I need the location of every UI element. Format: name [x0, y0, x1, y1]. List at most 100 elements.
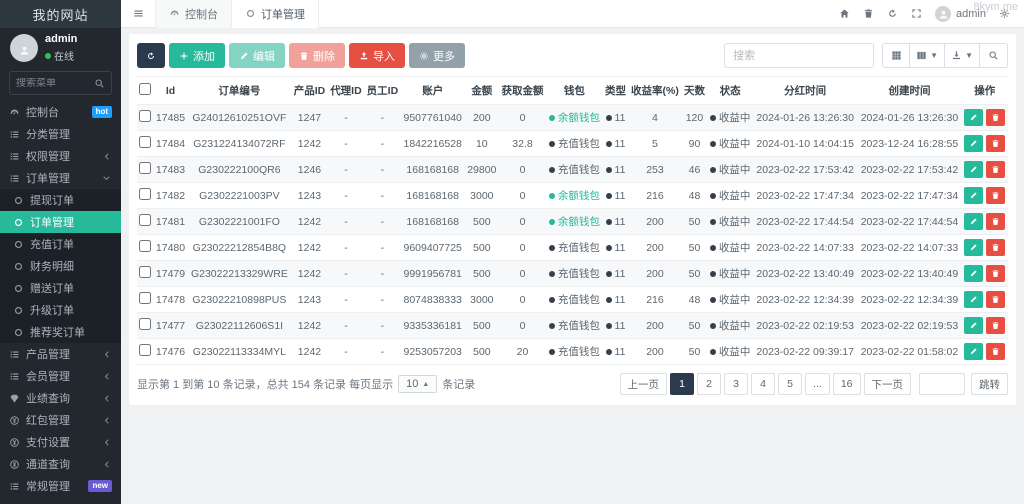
more-button[interactable]: 更多 [409, 43, 465, 68]
row-delete-button[interactable] [986, 135, 1005, 152]
row-edit-button[interactable] [964, 265, 983, 282]
refresh-icon[interactable] [887, 8, 898, 19]
row-delete-button[interactable] [986, 109, 1005, 126]
row-edit-button[interactable] [964, 317, 983, 334]
edit-button[interactable]: 编辑 [229, 43, 285, 68]
cell-created-time: 2023-02-22 17:47:34 [857, 183, 961, 209]
page-button-16[interactable]: 16 [833, 373, 861, 395]
sidebar-subitem-7[interactable]: 财务明细 [0, 255, 121, 277]
trash-icon[interactable] [863, 8, 874, 19]
orders-card: 添加 编辑 删除 导入 更多 ▼ ▼ [129, 34, 1016, 405]
column-header: 获取金额 [499, 77, 546, 105]
row-checkbox[interactable] [139, 292, 151, 304]
chevron-left-icon [101, 371, 112, 382]
export-button[interactable]: ▼ [945, 43, 980, 68]
cell-account: 9507761040 [401, 105, 465, 131]
row-delete-button[interactable] [986, 317, 1005, 334]
user-menu[interactable]: admin [935, 6, 986, 22]
tab-console[interactable]: 控制台 [155, 0, 231, 28]
row-checkbox[interactable] [139, 188, 151, 200]
row-delete-button[interactable] [986, 213, 1005, 230]
sidebar-subitem-10[interactable]: 推荐奖订单 [0, 321, 121, 343]
cell-days: 50 [682, 209, 708, 235]
page-ellipsis-button[interactable]: ... [805, 373, 830, 395]
hot-badge: hot [92, 106, 112, 118]
select-all-checkbox[interactable] [139, 83, 151, 95]
sidebar-user[interactable]: admin 在线 [0, 28, 121, 67]
sidebar-subitem-6[interactable]: 充值订单 [0, 233, 121, 255]
page-button-2[interactable]: 2 [697, 373, 721, 395]
sidebar-item-13[interactable]: 业绩查询 [0, 387, 121, 409]
type-dot [606, 193, 612, 199]
sidebar-item-1[interactable]: 分类管理 [0, 123, 121, 145]
cell-account: 9335336181 [401, 313, 465, 339]
cell-obtained: 0 [499, 287, 546, 313]
page-size-select[interactable]: 10▲ [398, 375, 437, 393]
row-delete-button[interactable] [986, 239, 1005, 256]
sidebar-item-14[interactable]: 红包管理 [0, 409, 121, 431]
delete-button[interactable]: 删除 [289, 43, 345, 68]
row-delete-button[interactable] [986, 291, 1005, 308]
cell-wallet: 充值钱包 [546, 157, 603, 183]
sidebar-item-3[interactable]: 订单管理 [0, 167, 121, 189]
row-delete-button[interactable] [986, 161, 1005, 178]
home-icon[interactable] [839, 8, 850, 19]
sidebar-item-15[interactable]: 支付设置 [0, 431, 121, 453]
cell-actions [962, 105, 1008, 131]
cell-dividend-time: 2023-02-22 09:39:17 [753, 339, 857, 365]
row-edit-button[interactable] [964, 109, 983, 126]
sidebar-item-17[interactable]: 常规管理new [0, 475, 121, 497]
sidebar-subitem-4[interactable]: 提现订单 [0, 189, 121, 211]
cell-staff_id: - [364, 131, 400, 157]
row-edit-button[interactable] [964, 239, 983, 256]
sidebar-search-input[interactable] [16, 78, 94, 89]
table-search-input[interactable] [724, 43, 874, 68]
jump-page-input[interactable] [919, 373, 965, 395]
row-edit-button[interactable] [964, 291, 983, 308]
row-checkbox[interactable] [139, 240, 151, 252]
row-delete-button[interactable] [986, 187, 1005, 204]
sidebar-subitem-8[interactable]: 赠送订单 [0, 277, 121, 299]
page-button-1[interactable]: 1 [670, 373, 694, 395]
hamburger-icon[interactable] [121, 0, 155, 28]
sidebar-item-0[interactable]: 控制台hot [0, 101, 121, 123]
prev-page-button[interactable]: 上一页 [620, 373, 668, 395]
cell-rate: 200 [628, 339, 681, 365]
row-checkbox[interactable] [139, 110, 151, 122]
page-button-3[interactable]: 3 [724, 373, 748, 395]
row-checkbox[interactable] [139, 318, 151, 330]
column-header: 分红时间 [753, 77, 857, 105]
row-edit-button[interactable] [964, 161, 983, 178]
row-edit-button[interactable] [964, 135, 983, 152]
fullscreen-icon[interactable] [911, 8, 922, 19]
row-checkbox[interactable] [139, 266, 151, 278]
add-button[interactable]: 添加 [169, 43, 225, 68]
refresh-button[interactable] [137, 43, 165, 68]
page-button-4[interactable]: 4 [751, 373, 775, 395]
row-delete-button[interactable] [986, 265, 1005, 282]
row-checkbox[interactable] [139, 136, 151, 148]
row-checkbox[interactable] [139, 344, 151, 356]
row-checkbox[interactable] [139, 214, 151, 226]
row-delete-button[interactable] [986, 343, 1005, 360]
page-button-5[interactable]: 5 [778, 373, 802, 395]
sidebar-item-12[interactable]: 会员管理 [0, 365, 121, 387]
row-edit-button[interactable] [964, 187, 983, 204]
sidebar-subitem-5[interactable]: 订单管理 [0, 211, 121, 233]
next-page-button[interactable]: 下一页 [864, 373, 912, 395]
sidebar-item-16[interactable]: 通道查询 [0, 453, 121, 475]
row-checkbox[interactable] [139, 162, 151, 174]
import-button[interactable]: 导入 [349, 43, 405, 68]
sidebar-item-2[interactable]: 权限管理 [0, 145, 121, 167]
row-edit-button[interactable] [964, 343, 983, 360]
table-row: 17477G23022112606S1I1242--93353361815000… [137, 313, 1008, 339]
columns-button[interactable]: ▼ [910, 43, 945, 68]
view-toggle-button[interactable] [882, 43, 910, 68]
sidebar-item-11[interactable]: 产品管理 [0, 343, 121, 365]
jump-button[interactable]: 跳转 [971, 373, 1008, 395]
row-edit-button[interactable] [964, 213, 983, 230]
tab-order-management[interactable]: 订单管理 [231, 0, 319, 28]
search-button[interactable] [980, 43, 1008, 68]
sidebar-subitem-9[interactable]: 升级订单 [0, 299, 121, 321]
settings-icon[interactable] [999, 8, 1010, 19]
